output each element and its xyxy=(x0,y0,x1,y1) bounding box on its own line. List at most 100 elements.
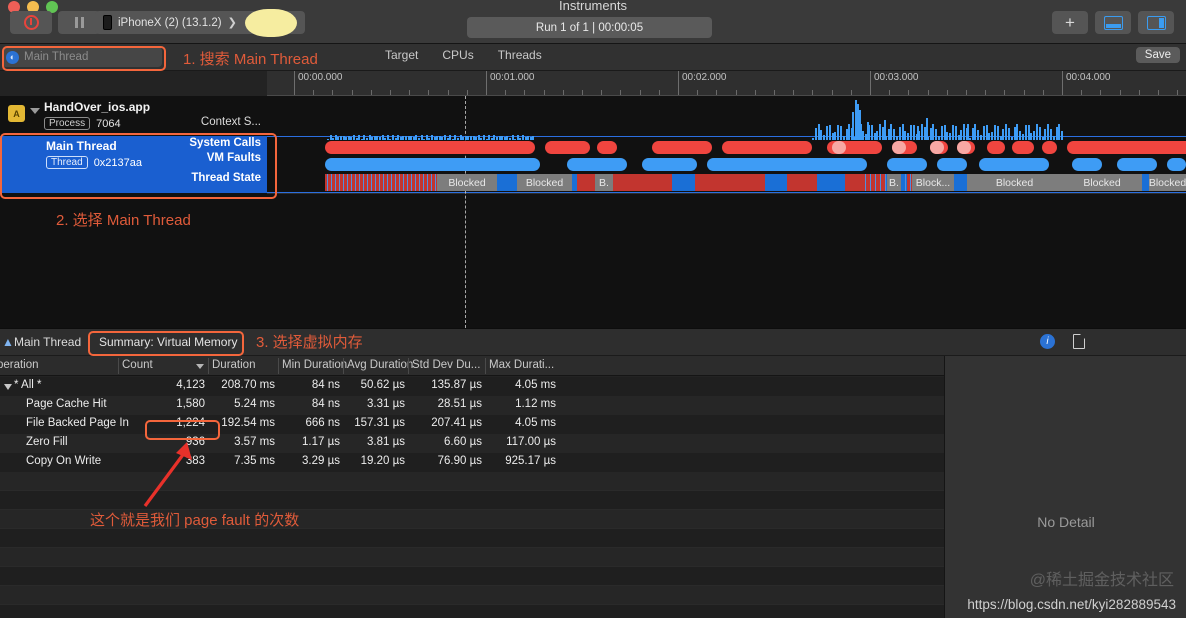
record-button[interactable] xyxy=(10,11,52,34)
table-column-header[interactable]: Avg Duration xyxy=(347,359,413,371)
summary-table[interactable]: Operation Count Duration Min DurationAvg Du… xyxy=(0,356,944,618)
thread-state-tick xyxy=(419,174,421,191)
histogram-bar xyxy=(1005,124,1008,140)
histogram-bar xyxy=(943,124,946,140)
ruler-tick-minor xyxy=(351,90,353,95)
ruler-tick-minor xyxy=(831,90,833,95)
thread-state-tick xyxy=(371,174,373,191)
histogram-bar xyxy=(904,131,907,140)
ruler-tick-minor xyxy=(370,90,372,95)
histogram-bar xyxy=(837,124,840,140)
histogram-bar xyxy=(1024,125,1027,140)
table-cell: 925.17 µs xyxy=(505,455,556,467)
tab-threads[interactable]: Threads xyxy=(498,48,542,62)
table-column-header[interactable]: Operation xyxy=(0,359,39,371)
add-instrument-button[interactable]: + xyxy=(1052,11,1088,34)
ruler-tick-major: 00:04.000 xyxy=(1062,71,1111,95)
search-input[interactable]: ◐ Main Thread xyxy=(2,47,162,67)
summary-mode-selector[interactable]: Summary: Virtual Memory xyxy=(93,333,243,351)
timeline-event xyxy=(325,158,540,171)
histogram-bar xyxy=(1055,126,1058,140)
table-row[interactable]: Copy On Write 383 7.35 ms 3.29 µs 19.20 µs 76… xyxy=(0,453,944,472)
table-row[interactable]: File Backed Page In 1,224 192.54 ms 666 ns 1… xyxy=(0,415,944,434)
table-row[interactable]: Page Cache Hit 1,580 5.24 ms 84 ns 3.31 µs 28… xyxy=(0,396,944,415)
instruments-window: Instruments iPhoneX (2) (13.1.2) ❯ Run 1… xyxy=(0,0,1186,618)
annotation-step-3: 3. 选择虚拟内存 xyxy=(256,334,363,351)
thread-state-tick xyxy=(351,174,353,191)
device-selector[interactable]: iPhoneX (2) (13.1.2) ❯ xyxy=(95,8,305,37)
filter-bar: ◐ Main Thread Target CPUs Threads Save xyxy=(0,44,1186,71)
thread-state-tick xyxy=(383,174,385,191)
thread-state-tick xyxy=(391,174,393,191)
histogram-bar xyxy=(884,120,886,140)
timeline-event xyxy=(707,158,867,171)
histogram-bar xyxy=(1044,128,1047,140)
thread-state-blocked: B. xyxy=(595,174,613,191)
histogram-bar xyxy=(834,131,837,140)
histogram-bar xyxy=(1008,128,1010,140)
pause-button[interactable] xyxy=(58,11,100,34)
table-empty-row xyxy=(0,548,944,567)
histogram-bar xyxy=(926,118,928,140)
ruler-tick-minor xyxy=(946,90,948,95)
pause-button-surface[interactable] xyxy=(58,11,100,34)
thread-name: Main Thread xyxy=(46,139,117,153)
run-status-field[interactable]: Run 1 of 1 | 00:00:05 xyxy=(467,17,712,38)
histogram-bar xyxy=(907,133,910,140)
table-column-header[interactable]: Min Duration xyxy=(282,359,347,371)
tab-cpus[interactable]: CPUs xyxy=(442,48,473,62)
histogram-bar xyxy=(901,124,904,140)
track-row-process[interactable]: A HandOver_ios.app Process 7064 Context … xyxy=(0,96,267,134)
histogram-bar xyxy=(1033,131,1036,140)
ruler-tick-minor xyxy=(1081,90,1083,95)
thread-state-blocked: Blocked xyxy=(437,174,497,191)
disclosure-triangle-icon[interactable] xyxy=(30,108,40,114)
table-column-header[interactable]: Count xyxy=(122,359,153,371)
table-column-header[interactable]: Max Durati... xyxy=(489,359,554,371)
table-row[interactable]: Zero Fill 936 3.57 ms 1.17 µs 3.81 µs 6.60 µs… xyxy=(0,434,944,453)
tab-target[interactable]: Target xyxy=(385,48,418,62)
timeline-event xyxy=(1117,158,1157,171)
thread-state-tick xyxy=(355,174,357,191)
sort-indicator-icon[interactable] xyxy=(196,364,204,369)
timeline-tracks[interactable]: Blocked Blocked B. B. Block... Blocked Blocked… xyxy=(267,96,1186,328)
histogram-bar xyxy=(954,125,957,140)
thread-state-tick xyxy=(403,174,405,191)
watermark-site: @稀土掘金技术社区 xyxy=(1029,572,1174,589)
table-cell: 117.00 µs xyxy=(506,436,556,448)
vm-fault-histogram xyxy=(267,96,1186,140)
thread-state-blocked: Blocked xyxy=(1062,174,1142,191)
ruler-tick-minor xyxy=(850,90,852,95)
table-row[interactable]: * All * 4,123 208.70 ms 84 ns 50.62 µs 135.87… xyxy=(0,377,944,396)
histogram-bar xyxy=(1058,124,1061,140)
info-icon[interactable]: i xyxy=(1040,334,1055,349)
toggle-right-pane-button[interactable] xyxy=(1138,11,1174,34)
thread-state-tick xyxy=(865,174,867,191)
save-button[interactable]: Save xyxy=(1135,47,1180,63)
pause-icon xyxy=(74,17,84,28)
document-icon[interactable] xyxy=(1073,334,1085,349)
ruler-tick-minor xyxy=(428,90,430,95)
histogram-bar xyxy=(873,133,876,140)
table-cell: 4.05 ms xyxy=(515,417,556,429)
highlight-blob xyxy=(244,8,297,37)
timeline-ruler[interactable]: 00:00.000 00:01.000 00:02.000 00:03.000 00:0… xyxy=(267,71,1186,96)
thread-meta: Thread 0x2137aa xyxy=(46,156,142,169)
ruler-tick-minor xyxy=(1042,90,1044,95)
jump-bar-thread-label[interactable]: Main Thread xyxy=(14,335,81,349)
row-disclosure-icon[interactable] xyxy=(4,384,12,390)
histogram-bar xyxy=(946,131,949,140)
histogram-bar xyxy=(1019,130,1022,140)
histogram-bar xyxy=(912,125,915,140)
histogram-bar xyxy=(940,126,943,140)
histogram-bar xyxy=(1022,134,1024,140)
track-row-main-thread[interactable]: Main Thread Thread 0x2137aa System Calls… xyxy=(0,136,267,193)
plus-icon: + xyxy=(1065,13,1075,32)
table-column-header[interactable]: Duration xyxy=(212,359,255,371)
histogram-bar xyxy=(929,128,932,140)
toggle-bottom-pane-button[interactable] xyxy=(1095,11,1131,34)
histogram-bar xyxy=(991,131,994,140)
table-column-header[interactable]: Std Dev Du... xyxy=(412,359,480,371)
record-button-surface[interactable] xyxy=(10,11,52,34)
table-empty-row xyxy=(0,586,944,605)
